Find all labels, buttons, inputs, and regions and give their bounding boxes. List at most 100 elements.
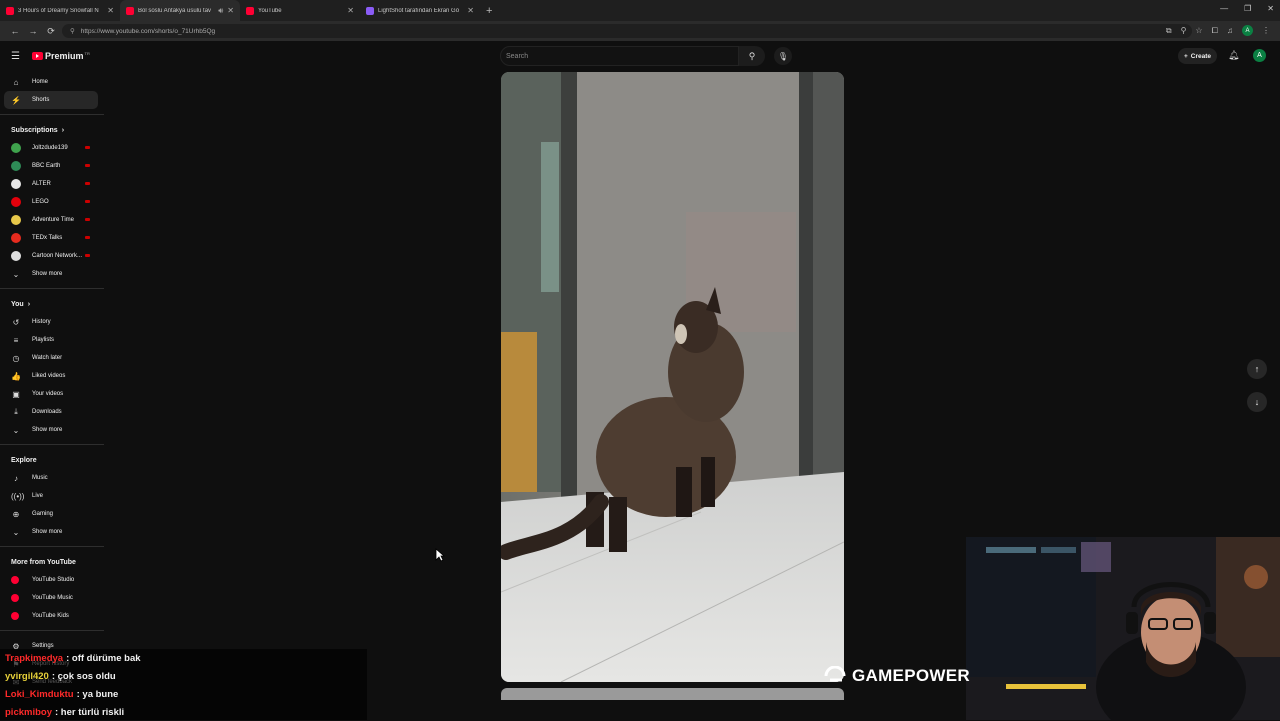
next-short-button[interactable]: ↓ (1247, 392, 1267, 412)
back-icon[interactable]: ← (6, 26, 24, 36)
subscription-item[interactable]: Cartoon Network... (0, 247, 104, 265)
minimize-icon[interactable]: — (1220, 4, 1228, 13)
live-indicator-icon (85, 182, 90, 185)
chat-message: Loki_Kimduktu: ya bune (0, 685, 367, 703)
channel-name: TEDx Talks (32, 235, 63, 241)
browser-tab[interactable]: Bol soslu Antakya usulü tav 🔊︎ ✕ (120, 0, 240, 21)
sidebar-item-live[interactable]: ((•)) Live (0, 487, 104, 505)
extensions-icon[interactable]: ⧠ (1212, 26, 1218, 36)
live-indicator-icon (85, 218, 90, 221)
sidebar-item-your-videos[interactable]: ▣ Your videos (0, 385, 104, 403)
youtube-header: ☰ Premium TR Search ⚲ 🎙 + Create 🔔︎ A (0, 41, 1280, 71)
mouse-cursor-icon (435, 548, 445, 562)
search-button[interactable]: ⚲ (739, 46, 765, 66)
subscription-item[interactable]: TEDx Talks (0, 229, 104, 247)
show-more-subscriptions[interactable]: ⌄ Show more (0, 265, 104, 283)
sidebar-item-downloads[interactable]: ⤓ Downloads (0, 403, 104, 421)
voice-search-button[interactable]: 🎙 (774, 47, 792, 65)
section-title: Subscriptions (11, 126, 58, 134)
reload-icon[interactable]: ⟳ (42, 26, 60, 37)
youtube-play-icon (32, 52, 43, 60)
sidebar-item-label: Show more (32, 529, 63, 535)
channel-avatar (11, 251, 21, 261)
sidebar-item-label: Gaming (32, 511, 54, 517)
sidebar-item-youtube-studio[interactable]: YouTube Studio (0, 571, 104, 589)
browser-tab[interactable]: LightShot tarafından Ekran Gö ✕ (360, 0, 480, 21)
subscription-item[interactable]: BBC Earth (0, 157, 104, 175)
url-bar[interactable]: ⚲ https://www.youtube.com/shorts/o_71Urh… (62, 24, 1192, 38)
channel-avatar (11, 161, 21, 171)
show-more-you[interactable]: ⌄ Show more (0, 421, 104, 439)
create-label: Create (1190, 52, 1212, 60)
gamepower-watermark: GAMEPOWER (822, 666, 970, 686)
tab-favicon-icon (6, 6, 14, 15)
tab-close-icon[interactable]: ✕ (227, 6, 234, 15)
hamburger-menu-icon[interactable]: ☰ (11, 51, 20, 62)
avatar[interactable]: A (1253, 49, 1266, 62)
sidebar-item-youtube-music[interactable]: YouTube Music (0, 589, 104, 607)
live-indicator-icon (85, 200, 90, 203)
sidebar-item-gaming[interactable]: ⊕ Gaming (0, 505, 104, 523)
sidebar-item-shorts[interactable]: ⚡ Shorts (4, 91, 98, 109)
zoom-icon[interactable]: ⚲ (1181, 26, 1187, 35)
notifications-bell-icon[interactable]: 🔔︎ (1228, 50, 1239, 61)
sidebar-item-label: Home (32, 79, 49, 85)
shorts-video-player[interactable] (501, 72, 844, 682)
forward-icon[interactable]: → (24, 26, 42, 36)
chat-message: pickmiboy: her türlü riskli (0, 703, 367, 721)
sidebar-item-watch-later[interactable]: ◷ Watch later (0, 349, 104, 367)
subscription-item[interactable]: Adventure Time (0, 211, 104, 229)
chevron-down-icon: ⌄ (12, 527, 20, 537)
you-header[interactable]: You › (0, 295, 104, 313)
watermark-text: GAMEPOWER (852, 666, 970, 685)
subscription-item[interactable]: ALTER (0, 175, 104, 193)
show-more-explore[interactable]: ⌄ Show more (0, 523, 104, 541)
media-icon[interactable]: ♫ (1227, 26, 1233, 35)
channel-avatar (11, 233, 21, 243)
tab-favicon-icon (366, 6, 374, 15)
search-input[interactable]: Search (500, 46, 739, 66)
cat-video-frame (501, 72, 844, 682)
tab-close-icon[interactable]: ✕ (347, 6, 354, 15)
channel-name: Adventure Time (32, 217, 75, 223)
create-button[interactable]: + Create (1178, 48, 1218, 64)
cast-icon[interactable]: ⧉ (1166, 26, 1172, 36)
browser-tab[interactable]: 3 Hours of Dreamy Snowfall N ✕ (0, 0, 120, 21)
tab-close-icon[interactable]: ✕ (467, 6, 474, 15)
more-from-youtube-header[interactable]: More from YouTube (0, 553, 104, 571)
browser-tab-strip: 3 Hours of Dreamy Snowfall N ✕ Bol soslu A… (0, 0, 1280, 21)
explore-header[interactable]: Explore (0, 451, 104, 469)
sidebar-item-music[interactable]: ♪ Music (0, 469, 104, 487)
sidebar-item-playlists[interactable]: ≡ Playlists (0, 331, 104, 349)
subscription-item[interactable]: Joltzdude139 (0, 139, 104, 157)
subscriptions-header[interactable]: Subscriptions › (0, 121, 104, 139)
sidebar-item-youtube-kids[interactable]: YouTube Kids (0, 607, 104, 625)
channel-avatar (11, 197, 21, 207)
chat-text: : off dürüme bak (66, 652, 141, 664)
tab-close-icon[interactable]: ✕ (107, 6, 114, 15)
previous-short-button[interactable]: ↑ (1247, 359, 1267, 379)
browser-tab[interactable]: YouTube ✕ (240, 0, 360, 21)
tab-audio-icon[interactable]: 🔊︎ (218, 6, 223, 16)
chat-username: yvirgil420 (5, 670, 49, 682)
site-info-icon[interactable]: ⚲ (70, 27, 75, 35)
sidebar-item-label: Music (32, 475, 48, 481)
microphone-icon: 🎙 (777, 51, 789, 61)
home-icon: ⌂ (13, 77, 19, 87)
sidebar-item-label: YouTube Studio (32, 577, 75, 583)
subscription-item[interactable]: LEGO (0, 193, 104, 211)
sidebar-item-liked-videos[interactable]: 👍 Liked videos (0, 367, 104, 385)
sidebar-divider (0, 114, 104, 115)
close-window-icon[interactable]: ✕ (1267, 4, 1274, 13)
profile-avatar[interactable]: A (1242, 25, 1253, 36)
next-short-preview[interactable] (501, 688, 844, 700)
menu-dots-icon[interactable]: ⋮ (1262, 26, 1270, 35)
sidebar-item-home[interactable]: ⌂ Home (0, 73, 104, 91)
chat-text: : ya bune (76, 688, 119, 700)
bookmark-star-icon[interactable]: ☆ (1195, 26, 1202, 35)
maximize-icon[interactable]: ❐ (1244, 4, 1251, 13)
sidebar-item-label: Playlists (32, 337, 55, 343)
new-tab-button[interactable]: + (486, 5, 492, 17)
youtube-premium-logo[interactable]: Premium TR (32, 51, 90, 61)
sidebar-item-history[interactable]: ↺ History (0, 313, 104, 331)
